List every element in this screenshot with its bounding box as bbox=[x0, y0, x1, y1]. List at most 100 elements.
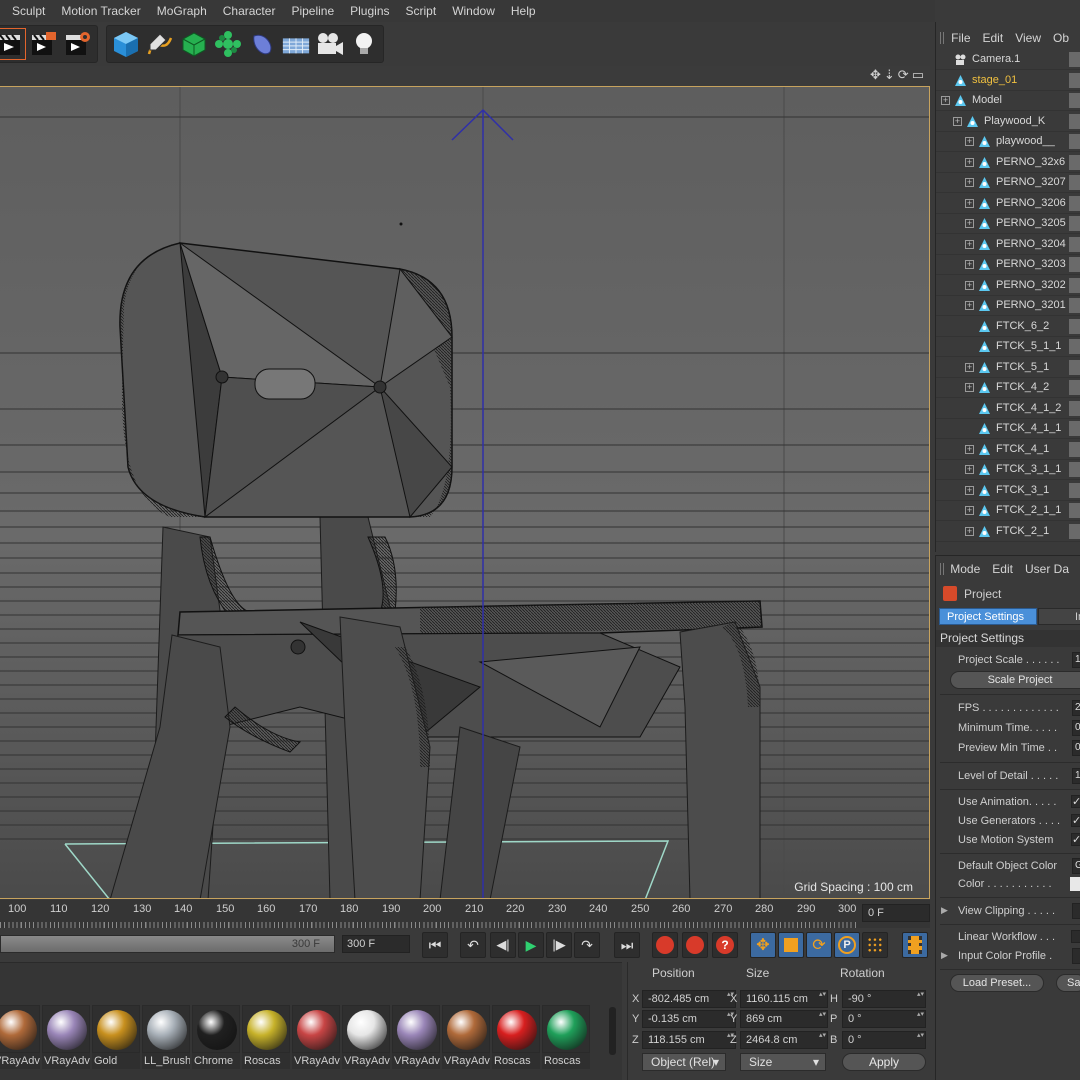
expand-toggle-icon[interactable]: + bbox=[965, 526, 974, 536]
visibility-toggle[interactable] bbox=[1069, 318, 1080, 334]
visibility-toggle[interactable] bbox=[1069, 380, 1080, 395]
tab-info[interactable]: In bbox=[1038, 608, 1080, 625]
visibility-toggle[interactable] bbox=[1069, 216, 1080, 231]
move-view-icon[interactable]: ✥ bbox=[870, 67, 881, 83]
record-active-button[interactable] bbox=[652, 932, 678, 958]
expand-toggle-icon[interactable]: + bbox=[965, 157, 974, 167]
camera-button[interactable] bbox=[315, 29, 345, 59]
expand-toggle-icon[interactable]: + bbox=[965, 506, 974, 515]
apply-button[interactable]: Apply bbox=[842, 1053, 926, 1071]
menu-mograph[interactable]: MoGraph bbox=[149, 0, 215, 22]
fps-field[interactable]: 2 bbox=[1072, 700, 1080, 716]
object-row[interactable]: FTCK_4_1_1 bbox=[936, 419, 1080, 439]
rotation-p-field[interactable]: 0 ° bbox=[842, 1010, 926, 1028]
object-row[interactable]: + FTCK_2_1 bbox=[936, 522, 1080, 542]
object-row[interactable]: + PERNO_3202 bbox=[936, 276, 1080, 296]
render-region-button[interactable] bbox=[0, 28, 26, 60]
object-row[interactable]: + playwood__ bbox=[936, 132, 1080, 152]
am-menu-user-data[interactable]: User Da bbox=[1025, 562, 1069, 576]
record-position-button[interactable]: ✥ bbox=[750, 932, 776, 958]
next-key-button[interactable]: ↷ bbox=[574, 932, 600, 958]
expand-toggle-icon[interactable]: + bbox=[965, 301, 974, 310]
expand-toggle-icon[interactable]: + bbox=[965, 485, 974, 495]
tab-project-settings[interactable]: Project Settings bbox=[939, 608, 1037, 625]
preview-min-time-field[interactable]: 0 bbox=[1072, 740, 1080, 756]
visibility-toggle[interactable] bbox=[1069, 134, 1080, 149]
visibility-toggle[interactable] bbox=[1069, 195, 1080, 211]
am-menu-mode[interactable]: Mode bbox=[950, 562, 980, 576]
object-row[interactable]: + FTCK_5_1 bbox=[936, 358, 1080, 378]
object-row[interactable]: + PERNO_32x6 bbox=[936, 153, 1080, 173]
input-color-profile-dropdown[interactable] bbox=[1072, 948, 1080, 964]
minimum-time-field[interactable]: 0 bbox=[1072, 720, 1080, 736]
expand-toggle-icon[interactable]: + bbox=[965, 198, 974, 208]
object-row[interactable]: FTCK_5_1_1 bbox=[936, 337, 1080, 357]
object-row[interactable]: + PERNO_3207 bbox=[936, 173, 1080, 193]
zoom-view-icon[interactable]: ⇣ bbox=[884, 67, 895, 83]
project-scale-field[interactable]: 1 bbox=[1072, 652, 1080, 668]
subdivision-button[interactable] bbox=[179, 29, 209, 59]
material-swatch[interactable] bbox=[192, 1005, 240, 1053]
size-z-field[interactable]: 2464.8 cm bbox=[740, 1031, 828, 1049]
load-preset-button[interactable]: Load Preset... bbox=[950, 974, 1044, 992]
color-swatch[interactable] bbox=[1070, 877, 1080, 891]
expand-toggle-icon[interactable]: + bbox=[965, 178, 974, 187]
expand-toggle-icon[interactable]: + bbox=[965, 362, 974, 372]
view-clipping-dropdown[interactable] bbox=[1072, 903, 1080, 919]
object-row[interactable]: Camera.1 bbox=[936, 50, 1080, 70]
rotation-b-field[interactable]: 0 ° bbox=[842, 1031, 926, 1049]
pen-button[interactable] bbox=[145, 29, 175, 59]
object-row[interactable]: + PERNO_3201 bbox=[936, 296, 1080, 316]
material-swatch[interactable] bbox=[292, 1005, 340, 1053]
expand-toggle-icon[interactable]: + bbox=[965, 465, 974, 474]
object-row[interactable]: + FTCK_3_1 bbox=[936, 481, 1080, 501]
object-tree[interactable]: Camera.1 stage_01 + Model + Playwood_K + playwo… bbox=[936, 50, 1080, 552]
use-generators-checkbox[interactable]: ✓ bbox=[1071, 814, 1080, 827]
object-row[interactable]: + Model bbox=[936, 91, 1080, 111]
visibility-toggle[interactable] bbox=[1069, 339, 1080, 354]
expand-toggle-icon[interactable]: + bbox=[965, 137, 974, 146]
rotation-h-field[interactable]: -90 ° bbox=[842, 990, 926, 1008]
expand-toggle-icon[interactable]: + bbox=[965, 383, 974, 392]
object-row[interactable]: + FTCK_4_2 bbox=[936, 378, 1080, 398]
visibility-toggle[interactable] bbox=[1069, 113, 1080, 129]
previous-frame-button[interactable]: ◀| bbox=[490, 932, 516, 958]
panel-grip-icon[interactable] bbox=[940, 32, 946, 44]
visibility-toggle[interactable] bbox=[1069, 462, 1080, 477]
expand-toggle-icon[interactable]: + bbox=[965, 280, 974, 290]
menu-script[interactable]: Script bbox=[398, 0, 445, 22]
expand-toggle-icon[interactable]: + bbox=[965, 444, 974, 454]
scale-project-button[interactable]: Scale Project bbox=[950, 671, 1080, 689]
panel-grip-icon[interactable] bbox=[940, 563, 945, 575]
render-settings-button[interactable] bbox=[63, 29, 93, 59]
object-row[interactable]: FTCK_6_2 bbox=[936, 317, 1080, 337]
menu-character[interactable]: Character bbox=[215, 0, 284, 22]
object-row[interactable]: + FTCK_4_1 bbox=[936, 440, 1080, 460]
autokey-button[interactable] bbox=[682, 932, 708, 958]
viewport-canvas[interactable]: Grid Spacing : 100 cm bbox=[0, 86, 930, 899]
record-parameter-button[interactable]: P bbox=[834, 932, 860, 958]
end-frame-field[interactable]: 300 F bbox=[342, 935, 410, 953]
om-menu-objects[interactable]: Ob bbox=[1053, 31, 1069, 45]
visibility-toggle[interactable] bbox=[1069, 236, 1080, 252]
size-y-field[interactable]: 869 cm bbox=[740, 1010, 828, 1028]
material-swatch[interactable] bbox=[0, 1005, 40, 1053]
expand-toggle-icon[interactable]: + bbox=[953, 116, 962, 126]
input-color-expand-icon[interactable]: ▶ bbox=[941, 950, 948, 961]
position-y-field[interactable]: -0.135 cm bbox=[642, 1010, 736, 1028]
rotate-view-icon[interactable]: ⟳ bbox=[898, 67, 909, 83]
expand-toggle-icon[interactable]: + bbox=[965, 239, 974, 249]
menu-window[interactable]: Window bbox=[444, 0, 503, 22]
object-row[interactable]: + PERNO_3206 bbox=[936, 194, 1080, 214]
go-to-end-button[interactable]: ⏭ bbox=[614, 932, 640, 958]
go-to-start-button[interactable]: ⏮ bbox=[422, 932, 448, 958]
object-row[interactable]: + PERNO_3203 bbox=[936, 255, 1080, 275]
preview-range-slider[interactable]: 300 F bbox=[0, 935, 335, 953]
material-scrollbar[interactable] bbox=[609, 1007, 616, 1055]
menu-help[interactable]: Help bbox=[503, 0, 544, 22]
material-swatch[interactable] bbox=[42, 1005, 90, 1053]
current-frame-field[interactable]: 0 F bbox=[862, 904, 930, 922]
menu-pipeline[interactable]: Pipeline bbox=[283, 0, 342, 22]
record-pla-button[interactable] bbox=[862, 932, 888, 958]
object-row[interactable]: + PERNO_3204 bbox=[936, 235, 1080, 255]
